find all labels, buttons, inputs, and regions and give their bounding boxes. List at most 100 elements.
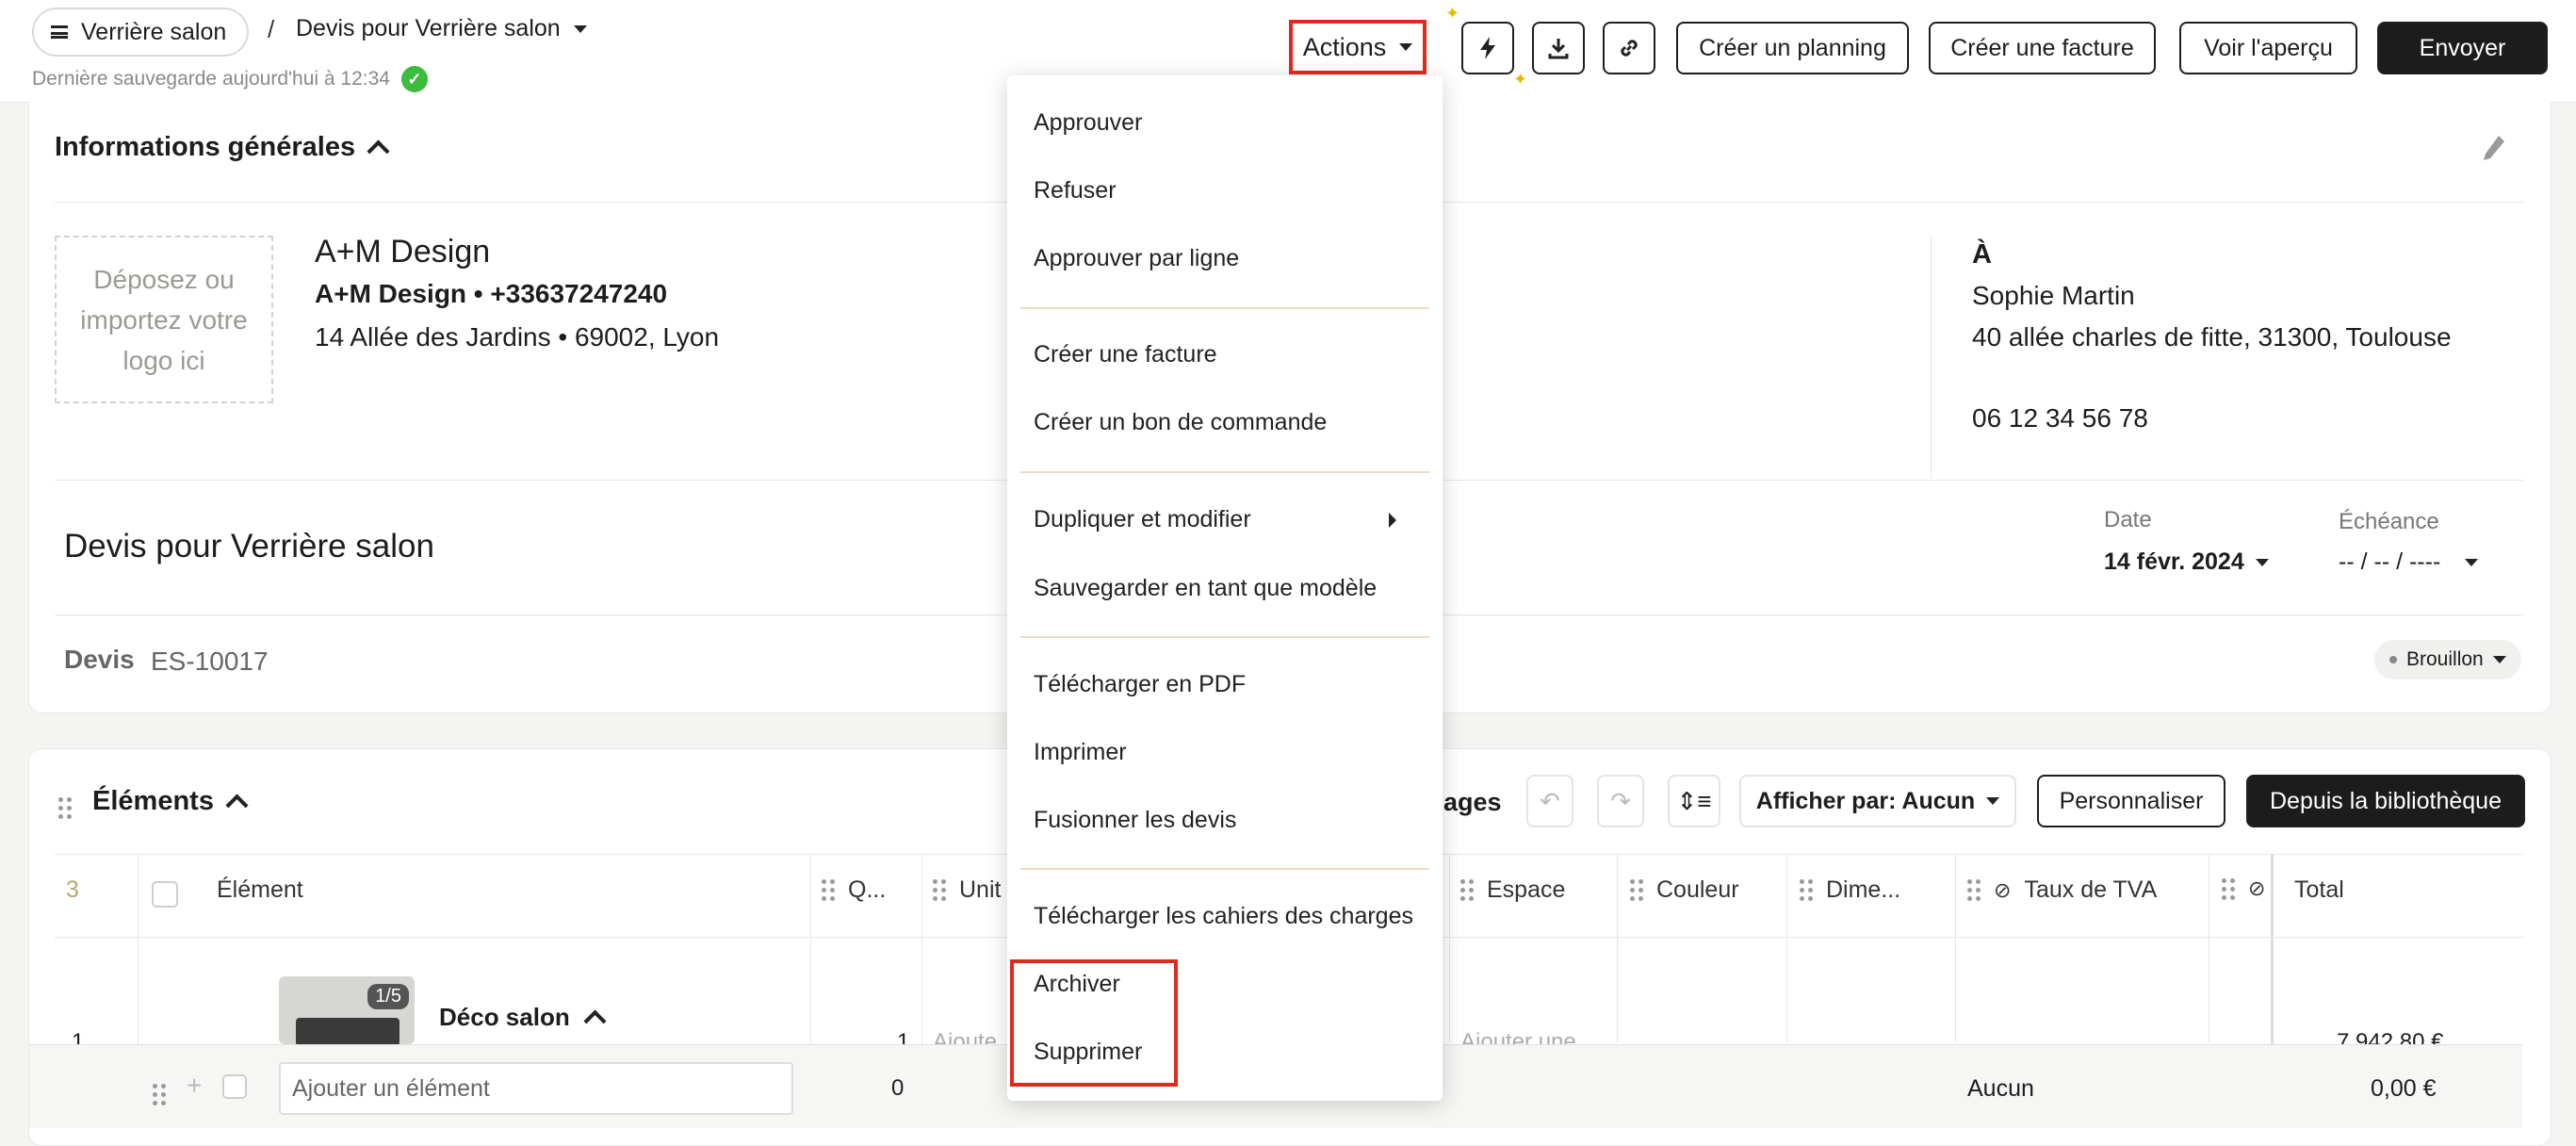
- divider: [1955, 854, 1956, 1042]
- col-header-unit[interactable]: Unit: [933, 876, 1001, 904]
- due-date-label: Échéance: [2339, 509, 2439, 534]
- col-header-dimensions[interactable]: Dime...: [1800, 876, 1900, 904]
- create-invoice-button[interactable]: Créer une facture: [1929, 22, 2156, 74]
- chevron-up-icon: [583, 1009, 607, 1033]
- row-element-name[interactable]: Déco salon: [439, 1003, 607, 1033]
- menu-icon: [51, 25, 68, 39]
- col-header-label: Taux de TVA: [2024, 876, 2158, 903]
- menu-item-approve[interactable]: Approuver: [1034, 109, 1142, 137]
- menu-item-duplicate-edit[interactable]: Dupliquer et modifier: [1034, 506, 1251, 533]
- add-element-input[interactable]: Ajouter un élément: [279, 1062, 793, 1115]
- col-header-vat[interactable]: ⊘ Taux de TVA: [1967, 876, 2157, 904]
- col-header-qty[interactable]: Q...: [822, 876, 886, 904]
- divider: [1931, 236, 1932, 479]
- document-title: Devis pour Verrière salon: [296, 15, 561, 41]
- display-by-label: Afficher par: Aucun: [1755, 787, 1976, 814]
- chevron-down-icon: [1399, 43, 1413, 51]
- general-info-header[interactable]: Informations générales: [55, 132, 390, 163]
- save-status: Dernière sauvegarde aujourd'hui à 12:34 …: [32, 66, 428, 92]
- status-label: Brouillon: [2406, 648, 2484, 670]
- add-row-plus-icon[interactable]: +: [187, 1071, 202, 1101]
- image-counter: 1/5: [367, 984, 409, 1009]
- menu-item-download-pdf[interactable]: Télécharger en PDF: [1034, 671, 1246, 698]
- date-picker[interactable]: 14 févr. 2024: [2104, 548, 2269, 576]
- col-header-hidden[interactable]: ⊘: [2222, 876, 2265, 901]
- col-header-element[interactable]: Élément: [217, 876, 303, 904]
- project-breadcrumb-button[interactable]: Verrière salon: [32, 8, 250, 57]
- col-header-color[interactable]: Couleur: [1630, 876, 1739, 904]
- status-badge[interactable]: Brouillon: [2374, 640, 2521, 679]
- section-title: Informations générales: [55, 132, 356, 162]
- add-row-total: 0,00 €: [2371, 1075, 2437, 1102]
- date-label: Date: [2104, 507, 2152, 532]
- sparkle-icon: ✦: [1445, 4, 1460, 23]
- col-header-space[interactable]: Espace: [1460, 876, 1565, 904]
- line-spacing-icon: ⇕≡: [1676, 786, 1712, 815]
- col-header-label: Dime...: [1826, 876, 1901, 903]
- link-icon: [1621, 40, 1638, 57]
- preview-button[interactable]: Voir l'aperçu: [2179, 22, 2357, 74]
- add-row-qty[interactable]: 0: [891, 1075, 904, 1102]
- element-name: Déco salon: [439, 1003, 570, 1031]
- select-all-checkbox[interactable]: [152, 881, 178, 908]
- product-thumbnail[interactable]: 1/5: [279, 976, 415, 1044]
- undo-button[interactable]: ↶: [1526, 775, 1573, 827]
- sparkle-icon: ✦: [1513, 70, 1528, 89]
- drag-handle-icon: [2222, 877, 2235, 900]
- row-height-button[interactable]: ⇕≡: [1668, 775, 1720, 827]
- undo-icon: ↶: [1540, 786, 1560, 815]
- menu-item-approve-by-line[interactable]: Approuver par ligne: [1034, 245, 1239, 272]
- document-title-dropdown[interactable]: Devis pour Verrière salon: [296, 15, 587, 42]
- col-header-total[interactable]: Total: [2294, 876, 2344, 904]
- divider: [1786, 854, 1787, 1042]
- drag-handle-icon[interactable]: [153, 1076, 166, 1105]
- chevron-down-icon: [2255, 558, 2269, 566]
- add-element-placeholder: Ajouter un élément: [292, 1075, 490, 1102]
- menu-item-print[interactable]: Imprimer: [1034, 739, 1127, 766]
- redo-button[interactable]: ↷: [1597, 775, 1644, 827]
- create-planning-button[interactable]: Créer un planning: [1676, 22, 1909, 74]
- drag-handle-icon: [1460, 879, 1474, 901]
- menu-item-refuse[interactable]: Refuser: [1034, 177, 1117, 205]
- check-icon: ✓: [400, 66, 428, 92]
- hidden-eye-icon: ⊘: [1994, 877, 2012, 902]
- client-name: Sophie Martin: [1972, 281, 2135, 310]
- from-library-button[interactable]: Depuis la bibliothèque: [2246, 775, 2525, 827]
- devis-number[interactable]: ES-10017: [151, 647, 269, 677]
- logo-upload-zone[interactable]: Déposez ou importez votre logo ici: [55, 236, 273, 403]
- add-row-vat[interactable]: Aucun: [1967, 1075, 2034, 1103]
- menu-item-merge-quotes[interactable]: Fusionner les devis: [1034, 807, 1236, 834]
- actions-button[interactable]: Actions: [1289, 20, 1427, 74]
- partial-label: ages: [1443, 788, 1502, 816]
- drag-handle-icon: [1967, 879, 1981, 901]
- drag-handle-icon[interactable]: [58, 790, 72, 819]
- send-button[interactable]: Envoyer: [2377, 22, 2548, 74]
- menu-item-save-template[interactable]: Sauvegarder en tant que modèle: [1034, 575, 1377, 602]
- menu-item-download-specs[interactable]: Télécharger les cahiers des charges: [1034, 903, 1413, 930]
- automation-button[interactable]: [1461, 22, 1514, 74]
- display-by-dropdown[interactable]: Afficher par: Aucun: [1739, 775, 2016, 827]
- recipient-label: À: [1972, 239, 1992, 270]
- elements-header[interactable]: Éléments: [92, 786, 249, 817]
- highlight-box: [1010, 959, 1178, 1087]
- menu-item-create-purchase-order[interactable]: Créer un bon de commande: [1034, 409, 1327, 436]
- divider: [1617, 854, 1618, 1042]
- customize-button[interactable]: Personnaliser: [2037, 775, 2225, 827]
- menu-separator: [1020, 868, 1429, 870]
- row-checkbox[interactable]: [222, 1074, 247, 1099]
- chevron-up-icon: [367, 139, 390, 163]
- chevron-down-icon: [1986, 797, 2000, 805]
- save-status-text: Dernière sauvegarde aujourd'hui à 12:34: [32, 68, 390, 90]
- devis-label: Devis: [64, 645, 135, 674]
- sofa-image: [296, 1018, 399, 1044]
- menu-item-create-invoice[interactable]: Créer une facture: [1034, 341, 1217, 368]
- due-date-picker[interactable]: -- / -- / ----: [2339, 548, 2479, 576]
- chevron-down-icon: [573, 25, 587, 33]
- download-button[interactable]: [1532, 22, 1585, 74]
- row-count: 3: [66, 876, 79, 903]
- edit-pencil-icon[interactable]: [2480, 132, 2508, 164]
- drag-handle-icon: [1630, 879, 1643, 901]
- chevron-down-icon: [2492, 656, 2506, 663]
- link-button[interactable]: [1603, 22, 1655, 74]
- quote-title[interactable]: Devis pour Verrière salon: [64, 528, 434, 565]
